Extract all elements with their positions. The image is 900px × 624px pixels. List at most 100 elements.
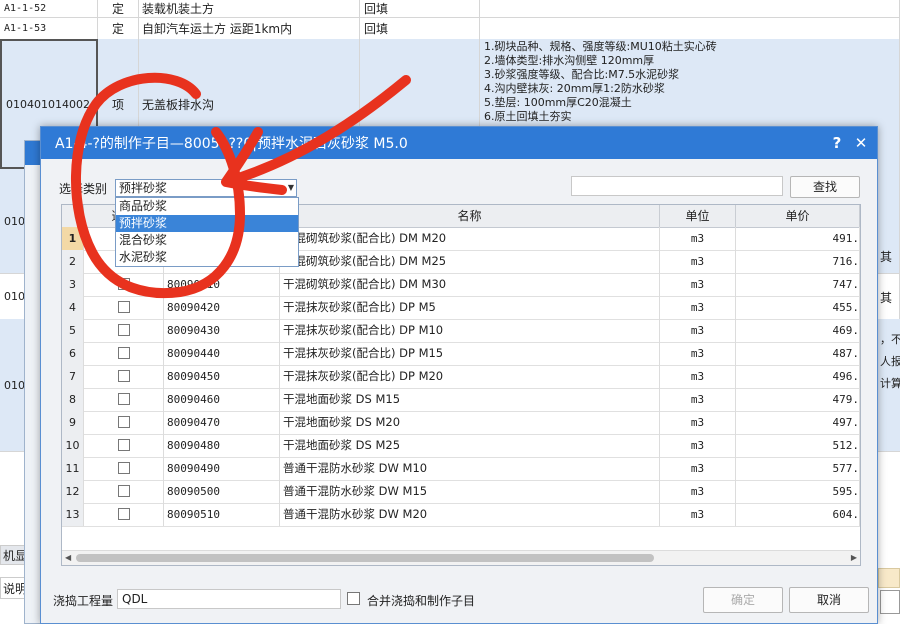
- scroll-right-icon[interactable]: ▶: [851, 553, 857, 562]
- row-select-cell[interactable]: [84, 434, 164, 457]
- sheet-feature: 回填: [360, 17, 480, 39]
- row-select-cell[interactable]: [84, 457, 164, 480]
- row-checkbox[interactable]: [118, 278, 130, 290]
- row-price: 497.: [736, 411, 860, 434]
- col-rownum: [62, 205, 84, 227]
- row-number: 8: [62, 388, 84, 411]
- type-option[interactable]: 商品砂浆: [116, 198, 298, 215]
- type-select-value: 预拌砂浆: [119, 181, 168, 195]
- row-code: 80090460: [164, 388, 280, 411]
- row-checkbox[interactable]: [118, 370, 130, 382]
- row-select-cell[interactable]: [84, 388, 164, 411]
- row-unit: m3: [660, 342, 736, 365]
- type-option[interactable]: 水泥砂浆: [116, 249, 298, 266]
- sheet-fragment: 计算: [880, 377, 900, 390]
- row-price: 577.: [736, 457, 860, 480]
- horizontal-scrollbar[interactable]: ◀ ▶: [62, 550, 860, 565]
- desc-line: 5.垫层: 100mm厚C20混凝土: [484, 96, 632, 109]
- table-row[interactable]: 7 80090450 干混抹灰砂浆(配合比) DP M20 m3 496.: [62, 365, 860, 389]
- row-number: 10: [62, 434, 84, 457]
- row-select-cell[interactable]: [84, 365, 164, 388]
- row-unit: m3: [660, 411, 736, 434]
- table-row[interactable]: 5 80090430 干混抹灰砂浆(配合比) DP M10 m3 469.: [62, 319, 860, 343]
- row-select-cell[interactable]: [84, 342, 164, 365]
- row-checkbox[interactable]: [118, 324, 130, 336]
- row-select-cell[interactable]: [84, 411, 164, 434]
- row-checkbox[interactable]: [118, 301, 130, 313]
- row-select-cell[interactable]: [84, 480, 164, 503]
- row-price: 487.: [736, 342, 860, 365]
- table-row[interactable]: 8 80090460 干混地面砂浆 DS M15 m3 479.: [62, 388, 860, 412]
- scroll-left-icon[interactable]: ◀: [65, 553, 71, 562]
- bottom-cell[interactable]: [878, 568, 900, 588]
- sheet-name: 自卸汽车运土方 运距1km内: [138, 17, 360, 39]
- row-checkbox[interactable]: [118, 462, 130, 474]
- row-unit: m3: [660, 434, 736, 457]
- type-option[interactable]: 混合砂浆: [116, 232, 298, 249]
- row-unit: m3: [660, 503, 736, 526]
- sheet-fragment: 人报: [880, 355, 900, 368]
- close-icon[interactable]: ✕: [851, 133, 871, 153]
- row-select-cell[interactable]: [84, 296, 164, 319]
- row-code: 80090490: [164, 457, 280, 480]
- table-row[interactable]: 3 80090410 干混砌筑砂浆(配合比) DM M30 m3 747.: [62, 273, 860, 297]
- row-checkbox[interactable]: [118, 416, 130, 428]
- row-checkbox[interactable]: [118, 393, 130, 405]
- row-price: 496.: [736, 365, 860, 388]
- cancel-button[interactable]: 取消: [789, 587, 869, 613]
- row-name: 干混抹灰砂浆(配合比) DP M20: [280, 365, 660, 388]
- row-unit: m3: [660, 457, 736, 480]
- type-select[interactable]: 预拌砂浆 ▼: [115, 179, 297, 197]
- table-row[interactable]: 4 80090420 干混抹灰砂浆(配合比) DP M5 m3 455.: [62, 296, 860, 320]
- row-select-cell[interactable]: [84, 319, 164, 342]
- row-select-cell[interactable]: [84, 503, 164, 526]
- ok-button[interactable]: 确定: [703, 587, 783, 613]
- row-checkbox[interactable]: [118, 508, 130, 520]
- sheet-desc: [480, 17, 900, 39]
- table-row[interactable]: 10 80090480 干混地面砂浆 DS M25 m3 512.: [62, 434, 860, 458]
- row-checkbox[interactable]: [118, 439, 130, 451]
- sheet-type: 定: [98, 0, 139, 17]
- search-button[interactable]: 查找: [790, 176, 860, 198]
- col-name[interactable]: 名称: [280, 205, 660, 227]
- row-name: 干混地面砂浆 DS M20: [280, 411, 660, 434]
- table-row[interactable]: 13 80090510 普通干混防水砂浆 DW M20 m3 604.: [62, 503, 860, 527]
- row-code: 80090470: [164, 411, 280, 434]
- row-name: 干混砌筑砂浆(配合比) DM M30: [280, 273, 660, 296]
- row-name: 干混地面砂浆 DS M15: [280, 388, 660, 411]
- type-option-selected[interactable]: 预拌砂浆: [116, 215, 298, 232]
- bottom-cell[interactable]: [880, 590, 900, 614]
- help-icon[interactable]: ?: [827, 133, 847, 153]
- row-number: 2: [62, 250, 84, 273]
- sheet-row[interactable]: A1-1-53 定 自卸汽车运土方 运距1km内 回填: [0, 17, 900, 40]
- table-row[interactable]: 6 80090440 干混抹灰砂浆(配合比) DP M15 m3 487.: [62, 342, 860, 366]
- scroll-thumb[interactable]: [76, 554, 654, 562]
- row-number: 6: [62, 342, 84, 365]
- merge-checkbox[interactable]: [347, 592, 360, 605]
- col-price[interactable]: 单价: [736, 205, 860, 227]
- col-unit[interactable]: 单位: [660, 205, 736, 227]
- row-name: 干混砌筑砂浆(配合比) DM M25: [280, 250, 660, 273]
- row-price: 479.: [736, 388, 860, 411]
- sheet-name: 装载机装土方: [138, 0, 360, 17]
- desc-line: 3.砂浆强度等级、配合比:M7.5水泥砂浆: [484, 68, 680, 81]
- row-code: 80090410: [164, 273, 280, 296]
- search-input[interactable]: [571, 176, 783, 196]
- table-row[interactable]: 11 80090490 普通干混防水砂浆 DW M10 m3 577.: [62, 457, 860, 481]
- qty-input[interactable]: QDL: [117, 589, 341, 609]
- table-row[interactable]: 12 80090500 普通干混防水砂浆 DW M15 m3 595.: [62, 480, 860, 504]
- row-checkbox[interactable]: [118, 485, 130, 497]
- sheet-row[interactable]: A1-1-52 定 装载机装土方 回填: [0, 0, 900, 18]
- row-code: 80090430: [164, 319, 280, 342]
- row-price: 512.: [736, 434, 860, 457]
- desc-line: 2.墙体类型:排水沟侧壁 120mm厚: [484, 54, 655, 67]
- dialog-titlebar[interactable]: A1-4-?的制作子目—80050??0|预拌水泥石灰砂浆 M5.0 ? ✕: [41, 127, 877, 159]
- chevron-down-icon[interactable]: ▼: [288, 180, 294, 196]
- row-number: 1: [62, 227, 84, 250]
- row-name: 普通干混防水砂浆 DW M10: [280, 457, 660, 480]
- row-unit: m3: [660, 480, 736, 503]
- row-unit: m3: [660, 250, 736, 273]
- table-row[interactable]: 9 80090470 干混地面砂浆 DS M20 m3 497.: [62, 411, 860, 435]
- row-select-cell[interactable]: [84, 273, 164, 296]
- row-checkbox[interactable]: [118, 347, 130, 359]
